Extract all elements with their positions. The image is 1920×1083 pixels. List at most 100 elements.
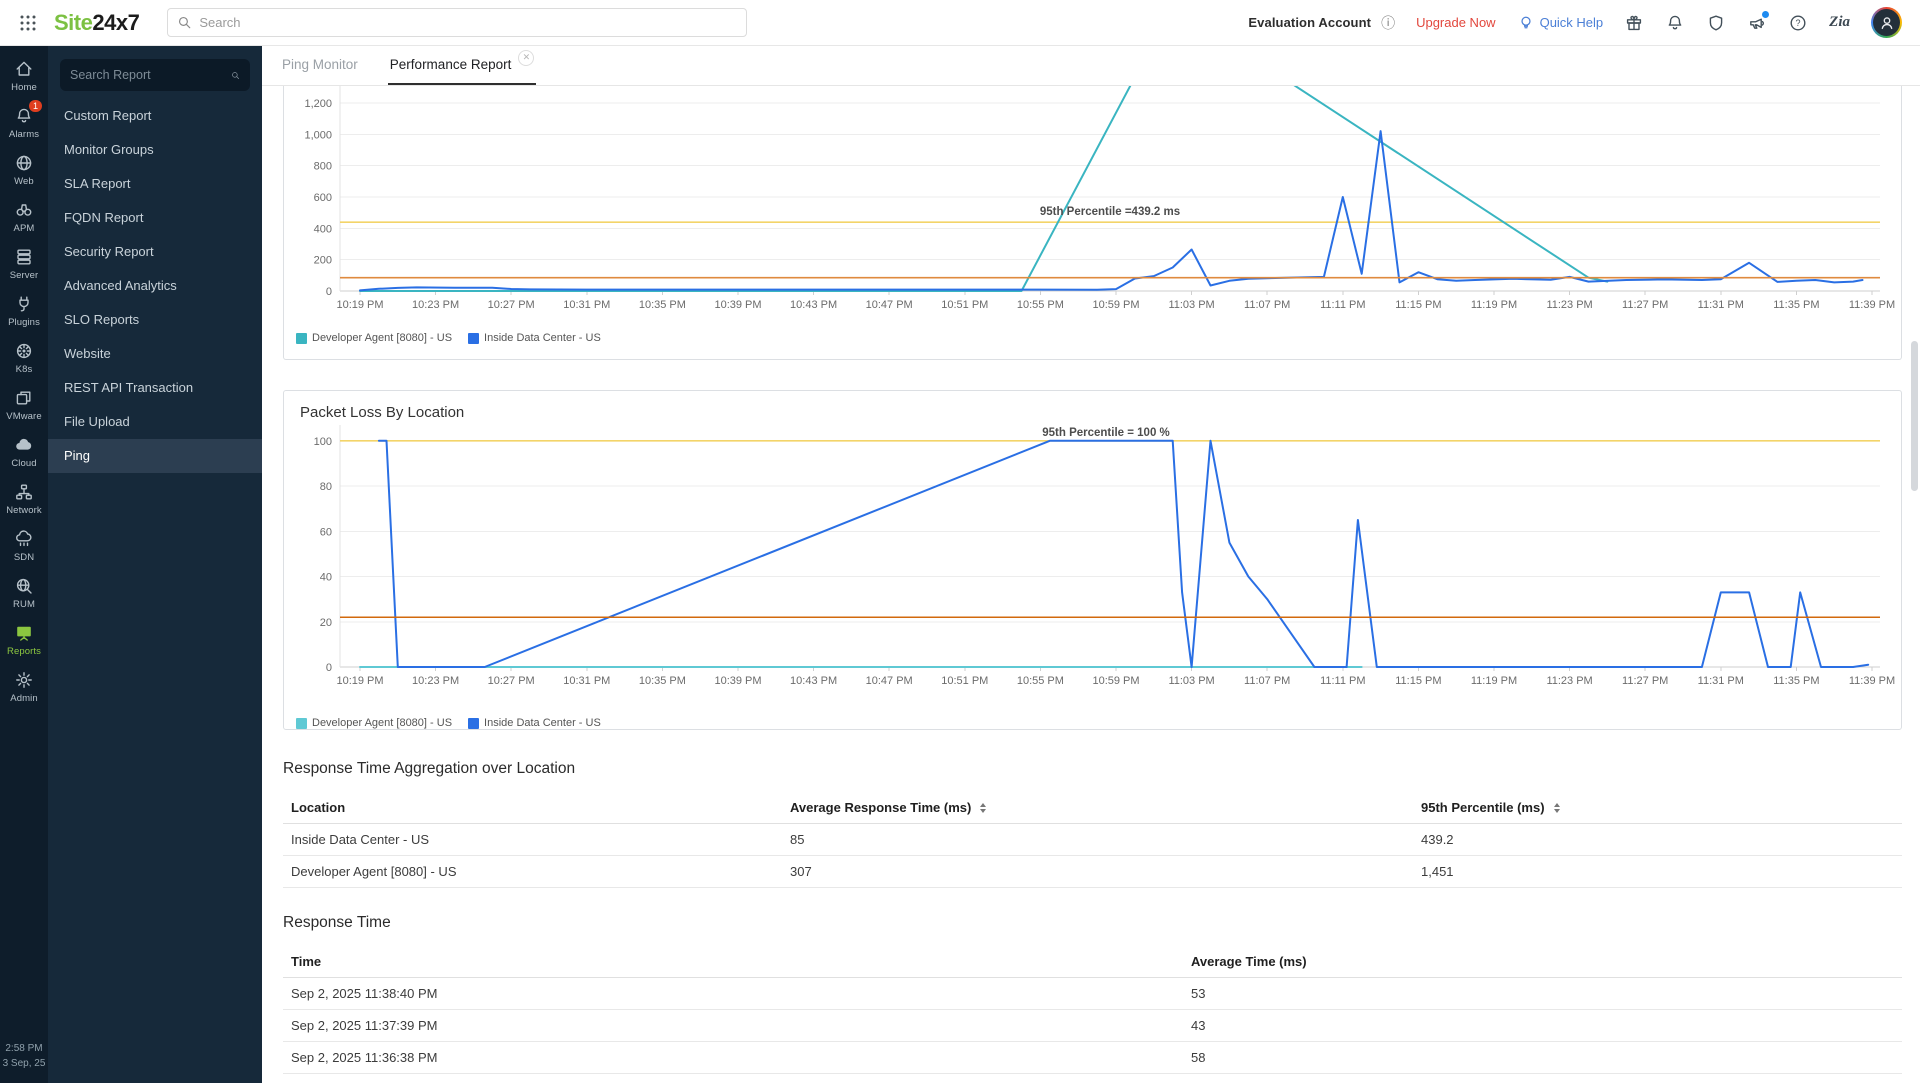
sidebar-item-advanced-analytics[interactable]: Advanced Analytics bbox=[48, 269, 262, 303]
table-cell: 58 bbox=[1191, 1050, 1206, 1065]
upgrade-now-link[interactable]: Upgrade Now bbox=[1416, 15, 1496, 30]
legend-item[interactable]: Inside Data Center - US bbox=[468, 717, 601, 729]
table-header-cell: Location bbox=[283, 792, 782, 823]
rail-item-label: Reports bbox=[7, 646, 41, 657]
reports-sidebar: Custom ReportMonitor GroupsSLA ReportFQD… bbox=[48, 46, 262, 1083]
rail-item-label: Plugins bbox=[8, 317, 40, 328]
table-cell: Developer Agent [8080] - US bbox=[291, 864, 457, 879]
svg-text:10:27 PM: 10:27 PM bbox=[488, 299, 535, 311]
svg-text:600: 600 bbox=[314, 192, 332, 204]
sort-icon[interactable] bbox=[1553, 802, 1560, 813]
table-header-cell[interactable]: 95th Percentile (ms) bbox=[1413, 792, 1902, 823]
search-icon bbox=[232, 71, 240, 79]
vertical-scrollbar[interactable] bbox=[1911, 341, 1918, 491]
rail-item-label: Server bbox=[9, 270, 39, 281]
svg-text:10:23 PM: 10:23 PM bbox=[412, 675, 459, 687]
report-search-input[interactable] bbox=[70, 68, 231, 82]
packet-loss-chart: 0 20 40 60 80 100 10:19 PM 10:23 PM 10:27 PM 10:3… bbox=[284, 425, 1901, 708]
legend-item[interactable]: Inside Data Center - US bbox=[468, 332, 601, 344]
rail-item-plugins[interactable]: Plugins bbox=[0, 289, 48, 333]
site24x7-logo[interactable]: Site24x7 bbox=[54, 10, 140, 36]
svg-text:800: 800 bbox=[314, 161, 332, 173]
sidebar-item-custom-report[interactable]: Custom Report bbox=[48, 99, 262, 133]
svg-text:10:55 PM: 10:55 PM bbox=[1017, 675, 1064, 687]
rail-item-label: Admin bbox=[10, 693, 38, 704]
table-header-cell: Time bbox=[283, 946, 1183, 977]
legend-label: Inside Data Center - US bbox=[484, 717, 601, 729]
server-icon bbox=[14, 247, 34, 267]
header-label: 95th Percentile (ms) bbox=[1421, 800, 1545, 815]
bulb-icon bbox=[1520, 16, 1531, 28]
section-title-aggregation: Response Time Aggregation over Location bbox=[283, 760, 576, 777]
main-content: Ping Monitor Performance Report ✕ 0 200 400 6… bbox=[262, 46, 1920, 1083]
notifications-bell-icon[interactable] bbox=[1665, 13, 1685, 33]
rail-item-web[interactable]: Web bbox=[0, 148, 48, 192]
close-tab-icon[interactable]: ✕ bbox=[518, 49, 535, 66]
rail-item-rum[interactable]: RUM bbox=[0, 571, 48, 615]
legend-swatch bbox=[296, 717, 307, 729]
sidebar-item-monitor-groups[interactable]: Monitor Groups bbox=[48, 133, 262, 167]
shield-icon[interactable] bbox=[1706, 13, 1726, 33]
svg-text:11:31 PM: 11:31 PM bbox=[1698, 675, 1744, 687]
sidebar-item-file-upload[interactable]: File Upload bbox=[48, 405, 262, 439]
svg-text:11:19 PM: 11:19 PM bbox=[1471, 299, 1517, 311]
sidebar-item-website[interactable]: Website bbox=[48, 337, 262, 371]
rail-item-reports[interactable]: Reports bbox=[0, 618, 48, 662]
legend-label: Developer Agent [8080] - US bbox=[312, 332, 453, 344]
rail-item-label: Cloud bbox=[11, 458, 37, 469]
sidebar-item-fqdn-report[interactable]: FQDN Report bbox=[48, 201, 262, 235]
sidebar-item-rest-api-transaction[interactable]: REST API Transaction bbox=[48, 371, 262, 405]
svg-text:10:43 PM: 10:43 PM bbox=[790, 675, 837, 687]
report-search[interactable] bbox=[60, 59, 250, 91]
help-question-icon[interactable]: ? bbox=[1788, 13, 1808, 33]
sidebar-item-sla-report[interactable]: SLA Report bbox=[48, 167, 262, 201]
rail-item-cloud[interactable]: Cloud bbox=[0, 430, 48, 474]
rail-item-alarms[interactable]: Alarms 1 bbox=[0, 100, 48, 145]
announcements-megaphone-icon[interactable] bbox=[1747, 9, 1771, 33]
rail-item-network[interactable]: Network bbox=[0, 477, 48, 521]
table-header-row: Time Average Time (ms) bbox=[283, 946, 1902, 978]
local-clock: 2:58 PM 3 Sep, 25 bbox=[3, 1041, 46, 1083]
table-cell: 1,451 bbox=[1421, 864, 1454, 879]
info-icon[interactable]: ⓘ bbox=[1381, 13, 1395, 33]
svg-text:11:39 PM: 11:39 PM bbox=[1849, 675, 1895, 687]
tab-ping-monitor[interactable]: Ping Monitor bbox=[280, 46, 360, 85]
svg-text:11:15 PM: 11:15 PM bbox=[1395, 675, 1441, 687]
zia-assistant-icon[interactable]: Zia bbox=[1829, 14, 1850, 31]
avatar[interactable] bbox=[1871, 7, 1902, 38]
network-icon bbox=[14, 482, 34, 502]
svg-text:11:07 PM: 11:07 PM bbox=[1244, 675, 1290, 687]
rail-item-admin[interactable]: Admin bbox=[0, 665, 48, 709]
web-icon bbox=[14, 153, 34, 173]
rail-item-vmware[interactable]: VMware bbox=[0, 383, 48, 427]
quick-help-button[interactable]: Quick Help bbox=[1517, 14, 1603, 32]
sidebar-item-security-report[interactable]: Security Report bbox=[48, 235, 262, 269]
table-cell: Sep 2, 2025 11:35:37 PM bbox=[283, 1074, 1183, 1083]
legend-item[interactable]: Developer Agent [8080] - US bbox=[296, 332, 452, 344]
svg-text:11:03 PM: 11:03 PM bbox=[1168, 675, 1214, 687]
site24x7-app: Site24x7 Evaluation Account ⓘ Upgrade No… bbox=[0, 0, 1920, 1083]
svg-text:60: 60 bbox=[320, 526, 332, 538]
rail-item-sdn[interactable]: SDN bbox=[0, 524, 48, 568]
tab-performance-report[interactable]: Performance Report ✕ bbox=[387, 46, 537, 85]
rail-item-apm[interactable]: APM bbox=[0, 195, 48, 239]
section-title-response-time: Response Time bbox=[283, 914, 391, 931]
table-header-cell[interactable]: Average Response Time (ms) bbox=[782, 792, 1413, 823]
sidebar-item-ping[interactable]: Ping bbox=[48, 439, 262, 473]
sort-icon[interactable] bbox=[980, 802, 987, 813]
global-search[interactable] bbox=[167, 8, 748, 37]
chart-legend: Developer Agent [8080] - US Inside Data C… bbox=[284, 708, 1901, 729]
svg-text:400: 400 bbox=[314, 223, 332, 235]
rail-item-server[interactable]: Server bbox=[0, 242, 48, 286]
rail-item-k8s[interactable]: K8s bbox=[0, 336, 48, 380]
sidebar-item-slo-reports[interactable]: SLO Reports bbox=[48, 303, 262, 337]
apps-grid-icon[interactable] bbox=[18, 13, 38, 33]
rail-item-label: SDN bbox=[13, 552, 35, 563]
legend-swatch bbox=[468, 332, 480, 344]
table-cell: 53 bbox=[1191, 986, 1206, 1001]
legend-item[interactable]: Developer Agent [8080] - US bbox=[296, 717, 452, 729]
global-search-input[interactable] bbox=[199, 15, 738, 30]
rail-item-home[interactable]: Home bbox=[0, 54, 48, 98]
gift-icon[interactable] bbox=[1624, 13, 1644, 33]
svg-text:100: 100 bbox=[314, 436, 332, 448]
